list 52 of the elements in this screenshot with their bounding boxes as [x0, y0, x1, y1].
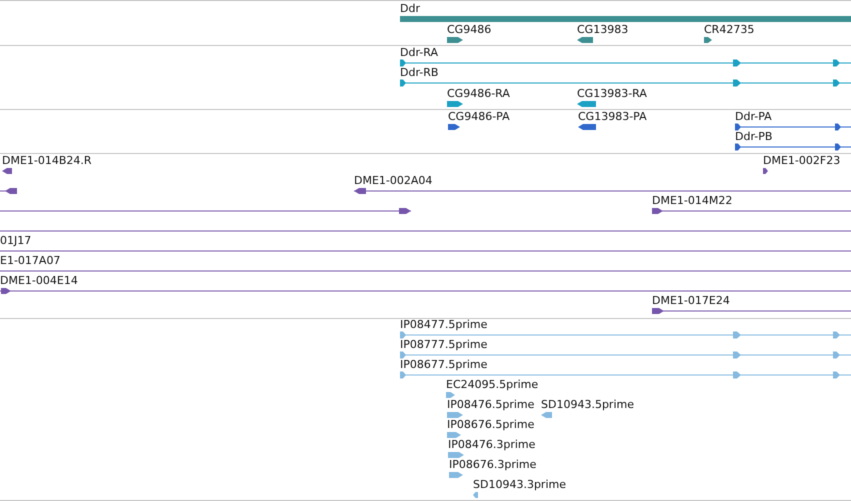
transcript-line[interactable] [735, 124, 851, 130]
transcript-line[interactable] [652, 308, 851, 314]
feature-label: IP08676.3prime [449, 458, 536, 471]
transcript-line[interactable] [0, 228, 851, 234]
feature-label: Ddr-RB [400, 66, 438, 79]
feature-label: CG9486-RA [447, 87, 510, 100]
feature-block[interactable] [448, 124, 460, 130]
feature-label: CG13983-RA [577, 87, 647, 100]
transcript-line[interactable] [0, 288, 851, 294]
feature-block[interactable] [2, 168, 12, 174]
feature-block[interactable] [704, 37, 712, 43]
feature-label: IP08476.3prime [448, 438, 536, 451]
transcript-line[interactable] [400, 80, 851, 86]
transcript-line[interactable] [652, 208, 851, 214]
transcript-line[interactable] [0, 208, 411, 214]
feature-label: Ddr-PB [735, 130, 772, 143]
feature-block[interactable] [578, 124, 596, 130]
feature-label: Ddr-PA [735, 110, 772, 123]
feature-label: DME1-004E14 [0, 274, 78, 287]
feature-label: DME1-002A04 [354, 174, 432, 187]
feature-label: DME1-017E24 [652, 294, 730, 307]
feature-label: CG13983-PA [578, 110, 647, 123]
feature-label: DME1-002F23 [763, 154, 840, 167]
feature-label: DME1-014B24.R [2, 154, 92, 167]
feature-label: EC24095.5prime [446, 378, 538, 391]
feature-label: IP08677.5prime [400, 358, 488, 371]
feature-label: DME1-014M22 [652, 194, 732, 207]
feature-label: E1-017A07 [0, 254, 60, 267]
feature-label: SD10943.5prime [541, 398, 634, 411]
feature-label: 01J17 [0, 234, 32, 247]
transcript-line[interactable] [735, 144, 851, 150]
feature-block[interactable] [447, 101, 463, 107]
feature-label: CR42735 [704, 23, 754, 36]
transcript-line[interactable] [354, 188, 851, 194]
transcript-line[interactable] [0, 248, 851, 254]
feature-label: IP08476.5prime [447, 398, 534, 411]
feature-block[interactable] [577, 101, 596, 107]
feature-block[interactable] [577, 37, 593, 43]
feature-block[interactable] [447, 37, 463, 43]
feature-label: SD10943.3prime [473, 478, 566, 491]
feature-label: IP08777.5prime [400, 338, 488, 351]
feature-label: Ddr [400, 2, 420, 15]
feature-label: Ddr-RA [400, 46, 438, 59]
feature-label: IP08676.5prime [447, 418, 534, 431]
feature-label: IP08477.5prime [400, 319, 488, 331]
feature-label: CG13983 [577, 23, 628, 36]
feature-block[interactable] [763, 168, 768, 174]
feature-label: CG9486 [447, 23, 492, 36]
transcript-line[interactable] [0, 268, 851, 274]
transcript-line[interactable] [0, 188, 17, 194]
feature-label: CG9486-PA [448, 110, 510, 123]
transcript-line[interactable] [400, 60, 851, 66]
